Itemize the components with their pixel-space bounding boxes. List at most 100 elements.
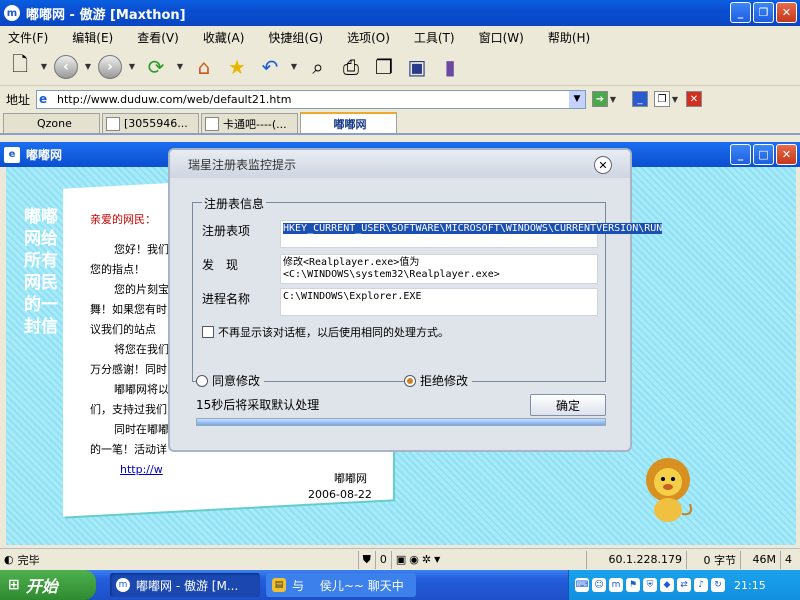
tab-close-icon[interactable]: ✕ [686, 91, 702, 107]
deny-change-radio[interactable] [404, 374, 416, 387]
tab-qq-space[interactable]: [3055946... [102, 113, 199, 133]
inner-maximize-button[interactable]: □ [753, 144, 774, 165]
antivirus-tray-icon[interactable]: ⛨ [643, 578, 657, 592]
security-tray-icon[interactable]: ◆ [660, 578, 674, 592]
go-icon[interactable]: ➔ [592, 91, 608, 107]
back-dropdown-icon[interactable]: ▼ [83, 62, 93, 71]
letter-line: 万分感谢！同时 [90, 363, 167, 376]
address-dropdown-icon[interactable]: ▼ [569, 90, 585, 108]
letter-line: 嘟嘟网将以 [114, 383, 169, 396]
registry-key-label: 注册表项 [202, 224, 251, 238]
tab-minimize-icon[interactable]: _ [632, 91, 648, 107]
qq-tray-icon[interactable]: ☺ [592, 578, 606, 592]
ok-button[interactable]: 确定 [530, 394, 606, 416]
status-popup-blocker-icon[interactable]: ⛊ [357, 550, 375, 569]
close-button[interactable]: ✕ [776, 2, 797, 23]
dialog-close-icon[interactable]: ✕ [594, 156, 612, 174]
dont-show-again-label: 不再显示该对话框，以后使用相同的处理方式。 [218, 326, 449, 339]
allow-change-radio[interactable] [196, 374, 208, 387]
refresh-dropdown-icon[interactable]: ▼ [175, 62, 185, 71]
menu-help[interactable]: 帮助(H) [548, 29, 590, 46]
tab-label: 嘟嘟网 [333, 117, 367, 131]
status-dropdown-icon[interactable]: ▼ [434, 555, 440, 564]
tab-bar: Qzone [3055946... 卡通吧----(... 嘟嘟网 [0, 112, 800, 135]
favorites-star-icon[interactable]: ★ [223, 53, 251, 81]
start-button[interactable]: ⊞ 开始 [0, 570, 96, 600]
new-page-dropdown-icon[interactable]: ▼ [39, 62, 49, 71]
inner-minimize-button[interactable]: _ [730, 144, 751, 165]
flag-tray-icon[interactable]: ⚑ [626, 578, 640, 592]
windows-logo-icon: ⊞ [8, 577, 20, 593]
status-settings-icon[interactable]: ✲ [422, 553, 431, 566]
letter-line: 议我们的站点 [90, 323, 156, 336]
radio-deny-row[interactable]: 拒绝修改 [404, 372, 473, 389]
update-tray-icon[interactable]: ↻ [711, 578, 725, 592]
volume-tray-icon[interactable]: ♪ [694, 578, 708, 592]
maxthon-app-icon: m [4, 5, 20, 21]
menu-view[interactable]: 查看(V) [137, 29, 179, 46]
menu-groups[interactable]: 快捷组(G) [268, 29, 323, 46]
letter-line: 的一笔！活动详 [90, 443, 167, 456]
undo-icon[interactable]: ↶ [256, 53, 284, 81]
registry-key-field[interactable]: HKEY_CURRENT_USER\SOFTWARE\MICROSOFT\WIN… [280, 220, 663, 248]
tab-label: 卡通吧----(... [223, 117, 287, 131]
menu-options[interactable]: 选项(O) [347, 29, 390, 46]
minimize-button[interactable]: _ [730, 2, 751, 23]
tab-duduw[interactable]: 嘟嘟网 [300, 112, 397, 133]
tab-qzone[interactable]: Qzone [3, 113, 100, 133]
status-count: 0 [374, 550, 391, 569]
menu-bar: 文件(F) 编辑(E) 查看(V) 收藏(A) 快捷组(G) 选项(O) 工具(… [0, 26, 800, 48]
page-icon [106, 116, 120, 131]
tab-menu-dropdown-icon[interactable]: ▼ [670, 95, 680, 104]
book-icon[interactable]: ▮ [436, 53, 464, 81]
found-value: 修改<Realplayer.exe>值为<C:\WINDOWS\system32… [283, 257, 500, 280]
menu-favorites[interactable]: 收藏(A) [203, 29, 245, 46]
taskbar-item-qq-chat[interactable]: ▤ 与 侯儿~~ 聊天中 [266, 573, 416, 597]
group-label: 注册表信息 [202, 195, 267, 212]
restore-button[interactable]: ❐ [753, 2, 774, 23]
radio-allow-row[interactable]: 同意修改 [196, 372, 265, 389]
search-icon[interactable]: ⌕ [304, 53, 332, 81]
page-icon [205, 116, 219, 131]
taskbar-item-maxthon[interactable]: m 嘟嘟网 - 傲游 [M... [110, 573, 260, 597]
status-media-icon[interactable]: ◉ [409, 553, 419, 566]
menu-file[interactable]: 文件(F) [8, 29, 48, 46]
back-icon[interactable]: ‹ [54, 54, 78, 79]
letter-text: 亲爱的网民： 您好！我们 您的指点！ 您的片刻宝 舞！如果您有时 议我们的站点 … [90, 210, 180, 480]
copy-icon[interactable]: ❐ [370, 53, 398, 81]
menu-edit[interactable]: 编辑(E) [72, 29, 113, 46]
dont-show-again-row[interactable]: 不再显示该对话框，以后使用相同的处理方式。 [202, 324, 449, 340]
status-bar: ◐ 完毕 ⛊ 0 ▣ ◉ ✲ ▼ 60.1.228.179 0 字节 46M 4 [0, 548, 800, 570]
dont-show-again-checkbox[interactable] [202, 326, 214, 338]
status-lock-icon[interactable]: ▣ [396, 553, 406, 566]
start-label: 开始 [25, 577, 58, 596]
lion-mascot-icon [646, 458, 692, 522]
maxthon-tray-icon[interactable]: m [609, 578, 623, 592]
status-ip: 60.1.228.179 [586, 550, 686, 569]
forward-icon[interactable]: › [98, 54, 122, 79]
address-input[interactable]: e http://www.duduw.com/web/default21.htm… [36, 89, 586, 109]
go-dropdown-icon[interactable]: ▼ [608, 95, 618, 104]
registry-monitor-dialog: 瑞星注册表监控提示 ✕ 注册表信息 注册表项 HKEY_CURRENT_USER… [168, 148, 663, 452]
menu-window[interactable]: 窗口(W) [479, 29, 524, 46]
inner-close-button[interactable]: ✕ [776, 144, 797, 165]
refresh-icon[interactable]: ⟳ [142, 53, 170, 81]
process-field[interactable]: C:\WINDOWS\Explorer.EXE [280, 288, 598, 316]
network-tray-icon[interactable]: ⇄ [677, 578, 691, 592]
dialog-titlebar[interactable]: 瑞星注册表监控提示 [170, 150, 630, 178]
save-icon[interactable]: ▣ [403, 53, 431, 81]
keyboard-tray-icon[interactable]: ⌨ [575, 578, 589, 592]
forward-dropdown-icon[interactable]: ▼ [127, 62, 137, 71]
menu-tools[interactable]: 工具(T) [414, 29, 455, 46]
letter-link[interactable]: http://w [90, 460, 180, 480]
found-field[interactable]: 修改<Realplayer.exe>值为<C:\WINDOWS\system32… [280, 254, 598, 284]
status-tool-icons[interactable]: ▣ ◉ ✲ ▼ [390, 550, 444, 569]
tab-restore-icon[interactable]: ❐ [654, 91, 670, 107]
status-bytes: 0 字节 [686, 550, 740, 569]
print-icon[interactable]: ⎙ [337, 53, 365, 81]
undo-dropdown-icon[interactable]: ▼ [289, 62, 299, 71]
new-page-icon[interactable]: 🗋 [6, 52, 34, 81]
window-titlebar[interactable]: m 嘟嘟网 - 傲游 [Maxthon] _ ❐ ✕ [0, 0, 800, 26]
home-icon[interactable]: ⌂ [190, 53, 218, 81]
tab-cartoon[interactable]: 卡通吧----(... [201, 113, 298, 133]
